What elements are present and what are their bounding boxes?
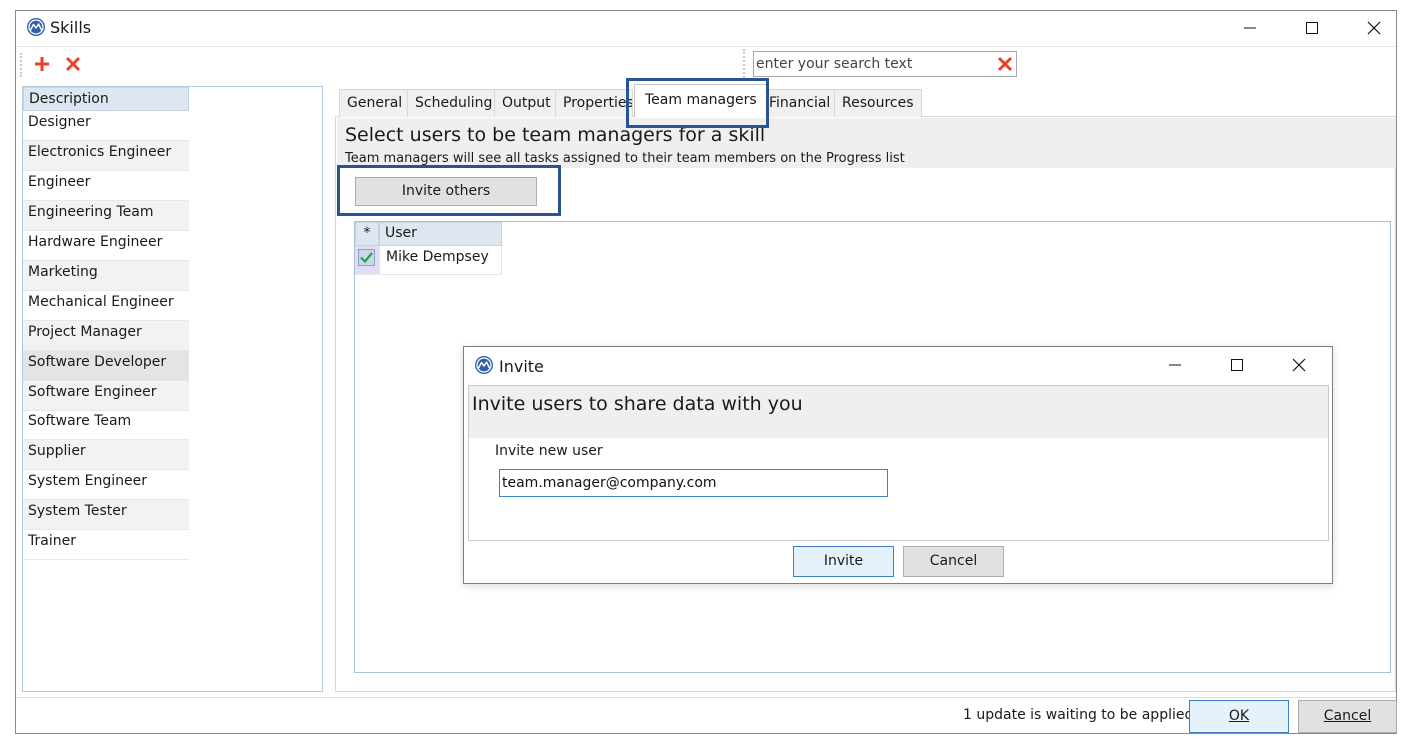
cancel-button[interactable]: Cancel [1298,700,1397,733]
tab-general[interactable]: General [339,89,411,117]
window-title: Skills [50,18,92,37]
toolbar-separator [743,49,745,81]
invite-maximize-button[interactable] [1214,349,1260,381]
tab-properties[interactable]: Properties [555,89,633,117]
tab-financial[interactable]: Financial [761,89,839,117]
list-item[interactable]: Electronics Engineer [23,141,189,171]
list-item[interactable]: Hardware Engineer [23,231,189,261]
list-item[interactable]: Marketing [23,261,189,291]
list-header-description[interactable]: Description [23,87,189,111]
list-item[interactable]: Engineer [23,171,189,201]
list-item[interactable]: Designer [23,111,189,141]
invite-dialog-title: Invite [499,357,544,376]
delete-button[interactable] [65,56,81,76]
maximize-icon [1306,22,1318,34]
close-window-button[interactable] [1351,12,1397,44]
invite-minimize-button[interactable] [1152,349,1198,381]
list-item[interactable]: Software Team [23,410,189,440]
list-item[interactable]: Mechanical Engineer [23,291,189,321]
ok-button[interactable]: OK [1189,700,1289,733]
list-item-selected[interactable]: Software Developer [23,351,189,381]
invite-cancel-button[interactable]: Cancel [903,546,1004,577]
clear-search-button[interactable] [997,56,1013,76]
plus-icon [35,57,49,71]
toolbar [16,46,1396,82]
highlight-team-managers-tab [626,78,769,128]
search-input[interactable] [754,53,992,75]
toolbar-grip [20,53,22,77]
checkbox-checked-icon [358,249,375,266]
minimize-icon [1169,364,1181,366]
clear-x-icon [997,56,1013,72]
close-icon [1292,358,1306,372]
tab-scheduling[interactable]: Scheduling [407,89,501,117]
invite-logo-icon [474,355,494,379]
title-bar: Skills [16,11,1396,45]
panel-subheading: Team managers will see all tasks assigne… [345,151,905,166]
maximize-button[interactable] [1289,12,1335,44]
list-item[interactable]: System Tester [23,500,189,530]
list-item[interactable]: Supplier [23,440,189,470]
tab-resources[interactable]: Resources [834,89,922,117]
list-item[interactable]: System Engineer [23,470,189,500]
tab-output[interactable]: Output [494,89,559,117]
highlight-invite-others [337,165,561,216]
minimize-button[interactable] [1227,12,1273,44]
grid-header-marker: * [355,222,379,246]
invite-field-label: Invite new user [495,443,603,459]
invite-email-input[interactable] [499,469,888,497]
list-item[interactable]: Project Manager [23,321,189,351]
status-message: 1 update is waiting to be applied [963,707,1194,723]
app-logo-icon [26,17,46,37]
search-box [753,51,1017,77]
minimize-icon [1244,27,1256,29]
grid-row-user[interactable]: Mike Dempsey [379,246,502,275]
list-item[interactable]: Engineering Team [23,201,189,231]
row-checkbox-cell[interactable] [355,246,379,275]
delete-x-icon [65,56,81,72]
list-item[interactable]: Trainer [23,530,189,560]
invite-close-button[interactable] [1276,349,1322,381]
maximize-icon [1231,359,1243,371]
invite-confirm-button[interactable]: Invite [793,546,894,577]
add-button[interactable] [33,55,51,77]
list-item[interactable]: Software Engineer [23,381,189,411]
close-icon [1367,21,1381,35]
invite-heading: Invite users to share data with you [472,393,803,415]
grid-header-user[interactable]: User [379,222,502,246]
